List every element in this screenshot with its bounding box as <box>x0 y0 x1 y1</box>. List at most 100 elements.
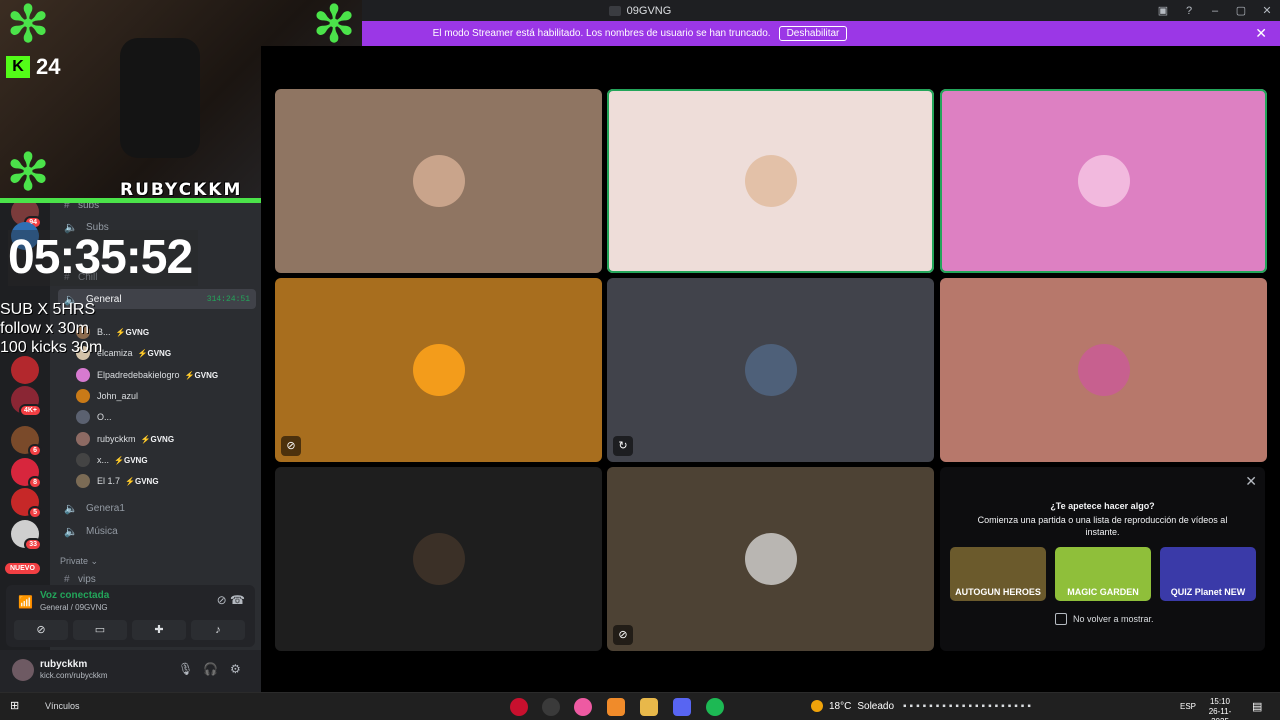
osu-icon[interactable] <box>574 698 592 716</box>
language-indicator[interactable]: ESP <box>1180 702 1196 711</box>
close-button[interactable]: ✕ <box>1254 4 1280 17</box>
app-window: 09GVNG ▣ ? – ▢ ✕ El modo Streamer está h… <box>0 0 1280 720</box>
system-tray-icons[interactable]: ▪▪▪▪▪▪▪▪▪▪▪▪▪▪▪▪▪▪▪▪ <box>903 701 1034 712</box>
new-badge: NUEVO <box>5 563 40 574</box>
game-autogun-heroes[interactable]: AUTOGUN HEROES <box>950 547 1046 601</box>
user-status: kick.com/rubyckkm <box>40 671 108 680</box>
mention-badge: 8 <box>28 476 42 489</box>
server-tag-label: GVNG <box>125 327 150 337</box>
game-label: AUTOGUN HEROES <box>955 587 1041 597</box>
voice-user[interactable]: O... <box>76 407 256 427</box>
avatar <box>76 453 90 467</box>
voice-user[interactable]: El 1.7 ⚡GVNG <box>76 471 256 491</box>
bolt-icon: ⚡ <box>125 476 135 486</box>
avatar <box>76 474 90 488</box>
user-panel: rubyckkm kick.com/rubyckkm 🎙 🎧 ⚙ <box>0 650 261 692</box>
headphones-icon[interactable]: 🎧 <box>203 662 218 676</box>
participant-avatar <box>412 344 465 396</box>
muted-mic-icon: ⊘ <box>613 625 633 645</box>
server-icon-4[interactable]: 4K+ <box>11 386 42 417</box>
voice-location[interactable]: General / 09GVNG <box>40 603 108 612</box>
participant-tile[interactable]: ⊘ <box>275 278 602 462</box>
avatar <box>76 432 90 446</box>
server-icon-6[interactable]: 8 <box>11 458 42 489</box>
bolt-icon: ⚡ <box>137 348 148 358</box>
dont-show-label: No volver a mostrar. <box>1073 614 1154 624</box>
game-magic-garden[interactable]: MAGIC GARDEN <box>1055 547 1151 601</box>
channel-musica[interactable]: 🔈 Música <box>58 521 256 541</box>
server-icon-3[interactable] <box>11 356 39 384</box>
microphone-icon[interactable]: 🎙 <box>178 662 193 676</box>
discord-icon[interactable] <box>673 698 691 716</box>
gear-icon[interactable]: ⚙ <box>230 662 241 676</box>
server-icon-7[interactable]: 5 <box>11 488 42 519</box>
server-tag: ⚡GVNG <box>138 349 172 358</box>
weather-widget[interactable]: 18°C Soleado <box>811 700 894 712</box>
disconnect-icon[interactable]: ⊘ ☎ <box>217 593 245 607</box>
activity-suggestion-card: ✕ ¿Te apetece hacer algo? Comienza una p… <box>940 467 1265 651</box>
channel-genera1[interactable]: 🔈 Genera1 <box>58 498 256 518</box>
game-quiz-planet[interactable]: QUIZ Planet NEW <box>1160 547 1256 601</box>
server-icon-5[interactable]: 6 <box>11 426 42 457</box>
windows-start-icon[interactable]: ⊞ <box>10 700 22 712</box>
clock-time: 15:10 <box>1209 697 1231 706</box>
rule-line: follow x 30m <box>0 320 89 337</box>
voice-user[interactable]: rubyckkm ⚡GVNG <box>76 429 256 449</box>
opera-icon[interactable] <box>510 698 528 716</box>
mention-badge: 6 <box>28 444 42 457</box>
minimize-button[interactable]: – <box>1202 5 1228 17</box>
participant-tile[interactable] <box>275 467 602 651</box>
spotify-icon[interactable] <box>706 698 724 716</box>
participant-tile[interactable] <box>940 89 1267 273</box>
avatar[interactable] <box>12 659 34 681</box>
weather-temp: 18°C <box>829 700 852 712</box>
participant-tile[interactable] <box>275 89 602 273</box>
taskbar: ⊞ Vínculos 18°C Soleado ▪▪▪▪▪▪▪▪▪▪▪▪▪▪▪▪… <box>0 692 1280 720</box>
voice-user[interactable]: B... ⚡GVNG <box>76 322 256 342</box>
mention-badge: 5 <box>28 506 42 519</box>
banner-close-icon[interactable]: ✕ <box>1255 26 1267 40</box>
inbox-icon[interactable]: ▣ <box>1150 4 1176 17</box>
participant-tile[interactable]: ⊘ <box>607 467 934 651</box>
category-private[interactable]: Private ⌄ <box>60 556 98 567</box>
folder-icon[interactable] <box>640 698 658 716</box>
voice-user[interactable]: elcamiza ⚡GVNG <box>76 343 256 363</box>
voice-user[interactable]: John_azul <box>76 386 256 406</box>
leaf-icon: ✻ <box>6 144 50 202</box>
clock[interactable]: 15:10 26-11-2025 <box>1200 697 1240 720</box>
server-tag-label: GVNG <box>150 434 175 444</box>
avatar <box>76 410 90 424</box>
voice-user[interactable]: x... ⚡GVNG <box>76 450 256 470</box>
participant-tile[interactable] <box>940 278 1267 462</box>
share-screen-button[interactable]: ▭ <box>73 620 127 640</box>
server-icon-8[interactable]: 33 <box>11 520 42 551</box>
taskbar-links[interactable]: Vínculos <box>30 696 500 716</box>
voice-user[interactable]: Elpadredebakielogro ⚡GVNG <box>76 365 256 385</box>
close-icon[interactable]: ✕ <box>1245 473 1257 490</box>
voice-timer: 314:24:51 <box>206 294 250 304</box>
app-icon[interactable] <box>607 698 625 716</box>
voice-user-name: O... <box>97 412 112 422</box>
server-tag-label: GVNG <box>123 455 148 465</box>
participant-avatar <box>412 533 465 585</box>
participant-tile[interactable] <box>607 89 934 273</box>
disable-streamer-button[interactable]: Deshabilitar <box>778 26 848 41</box>
signal-icon[interactable]: 📶 <box>18 595 33 609</box>
camera-button[interactable]: ⊘ <box>14 620 68 640</box>
speaker-icon: 🔈 <box>64 502 78 515</box>
soundboard-button[interactable]: ♪ <box>191 620 245 640</box>
server-tag-label: GVNG <box>134 476 159 486</box>
obs-icon[interactable] <box>542 698 560 716</box>
notification-icon[interactable]: ▤ <box>1252 700 1262 713</box>
mention-badge: 33 <box>24 538 42 551</box>
chair-image <box>120 38 200 158</box>
maximize-button[interactable]: ▢ <box>1228 4 1254 17</box>
username[interactable]: rubyckkm <box>40 659 87 670</box>
dont-show-checkbox[interactable] <box>1055 613 1067 625</box>
activities-button[interactable]: ✚ <box>132 620 186 640</box>
muted-mic-icon: ⊘ <box>281 436 301 456</box>
leaf-icon: ✻ <box>312 0 356 54</box>
voice-user-name: x... <box>97 455 110 465</box>
participant-tile[interactable]: ↻ <box>607 278 934 462</box>
help-icon[interactable]: ? <box>1176 5 1202 17</box>
